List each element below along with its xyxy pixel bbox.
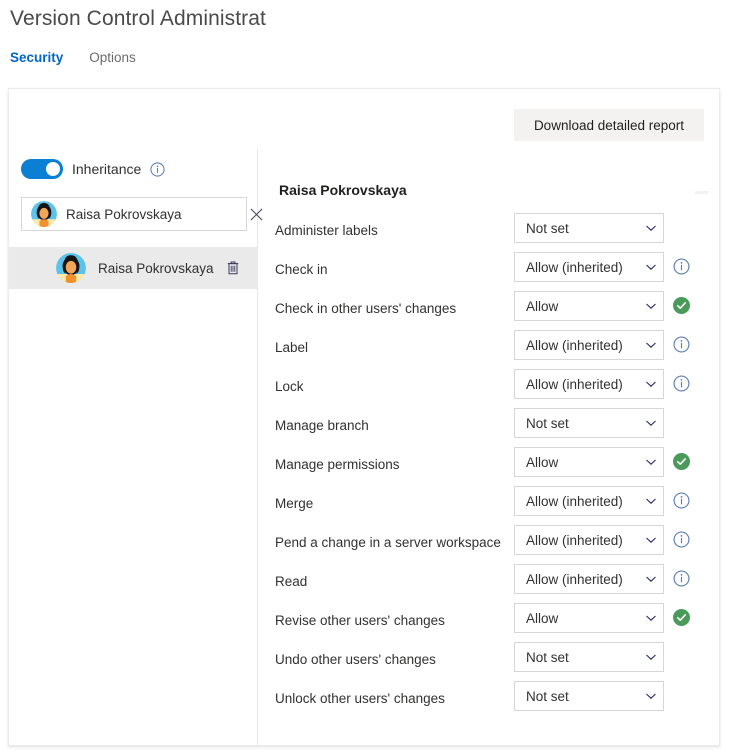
chevron-down-icon	[639, 261, 663, 273]
permission-row: Manage branch Not set	[259, 406, 720, 445]
download-detailed-report-button[interactable]: Download detailed report	[514, 109, 704, 141]
inherited-info-icon[interactable]	[673, 492, 690, 509]
toggle-knob	[46, 162, 60, 176]
chevron-down-icon	[639, 651, 663, 663]
permission-label: Manage branch	[275, 418, 369, 433]
permission-label: Unlock other users' changes	[275, 691, 445, 706]
permission-row: Unlock other users' changes Not set	[259, 679, 720, 718]
chevron-down-icon	[639, 378, 663, 390]
allowed-check-badge	[673, 297, 690, 314]
chevron-down-icon	[639, 456, 663, 468]
permission-dropdown[interactable]: Allow (inherited)	[514, 369, 664, 399]
inheritance-label: Inheritance	[72, 161, 141, 177]
security-card: Download detailed report Inheritance	[8, 88, 720, 746]
permission-dropdown-value: Allow (inherited)	[526, 572, 639, 587]
tab-options[interactable]: Options	[89, 50, 136, 65]
inherited-info-icon[interactable]	[673, 258, 690, 275]
permission-dropdown-value: Allow	[526, 299, 639, 314]
tab-bar: Security Options	[10, 50, 136, 65]
permission-label: Undo other users' changes	[275, 652, 436, 667]
inherited-info-icon[interactable]	[673, 375, 690, 392]
page-title: Version Control Administrat	[10, 7, 266, 31]
check-icon	[673, 453, 690, 470]
inheritance-row: Inheritance	[21, 159, 165, 179]
permission-label: Revise other users' changes	[275, 613, 445, 628]
user-avatar-icon	[56, 253, 86, 283]
chevron-down-icon	[639, 612, 663, 624]
inherited-info-icon[interactable]	[673, 336, 690, 353]
permission-dropdown-value: Allow (inherited)	[526, 494, 639, 509]
permission-dropdown[interactable]: Allow (inherited)	[514, 564, 664, 594]
permission-dropdown-value: Allow (inherited)	[526, 533, 639, 548]
chevron-down-icon	[639, 495, 663, 507]
inherited-info-icon[interactable]	[673, 570, 690, 587]
trash-icon[interactable]	[225, 260, 241, 276]
permission-row: Merge Allow (inherited)	[259, 484, 720, 523]
permission-dropdown-value: Not set	[526, 221, 639, 236]
permission-dropdown[interactable]: Not set	[514, 408, 664, 438]
permission-dropdown-value: Allow (inherited)	[526, 338, 639, 353]
permission-label: Read	[275, 574, 307, 589]
permission-row: Label Allow (inherited)	[259, 328, 720, 367]
permission-dropdown[interactable]: Not set	[514, 213, 664, 243]
chevron-down-icon	[639, 300, 663, 312]
chevron-down-icon	[639, 534, 663, 546]
permission-row: Check in other users' changes Allow	[259, 289, 720, 328]
permission-dropdown-value: Allow	[526, 611, 639, 626]
identity-search-input[interactable]	[66, 207, 243, 222]
permission-dropdown-value: Not set	[526, 416, 639, 431]
permission-dropdown-value: Allow (inherited)	[526, 377, 639, 392]
identity-name: Raisa Pokrovskaya	[98, 261, 214, 276]
chevron-down-icon	[639, 417, 663, 429]
permission-dropdown[interactable]: Not set	[514, 642, 664, 672]
check-icon	[673, 609, 690, 626]
permission-label: Administer labels	[275, 223, 378, 238]
permission-row: Manage permissions Allow	[259, 445, 720, 484]
identity-search-box[interactable]	[21, 197, 247, 231]
allowed-check-badge	[673, 609, 690, 626]
permission-label: Check in other users' changes	[275, 301, 456, 316]
permission-row: Undo other users' changes Not set	[259, 640, 720, 679]
permission-row: Read Allow (inherited)	[259, 562, 720, 601]
permission-dropdown-value: Allow (inherited)	[526, 260, 639, 275]
permission-dropdown[interactable]: Allow	[514, 447, 664, 477]
permission-label: Check in	[275, 262, 328, 277]
permission-dropdown-value: Not set	[526, 689, 639, 704]
permission-label: Label	[275, 340, 308, 355]
permissions-pane: Raisa Pokrovskaya Administer labels Not s…	[259, 149, 720, 746]
permissions-subject-title: Raisa Pokrovskaya	[279, 182, 407, 198]
permission-dropdown-value: Not set	[526, 650, 639, 665]
permission-dropdown[interactable]: Allow (inherited)	[514, 252, 664, 282]
permission-label: Merge	[275, 496, 313, 511]
permission-row: Lock Allow (inherited)	[259, 367, 720, 406]
permission-label: Lock	[275, 379, 304, 394]
inherited-info-icon[interactable]	[673, 531, 690, 548]
permission-label: Pend a change in a server workspace	[275, 535, 501, 550]
permission-dropdown-value: Allow	[526, 455, 639, 470]
permission-row: Pend a change in a server workspace Allow…	[259, 523, 720, 562]
permission-dropdown[interactable]: Allow	[514, 603, 664, 633]
user-avatar-icon	[31, 201, 57, 227]
permission-row: Check in Allow (inherited)	[259, 250, 720, 289]
permission-dropdown[interactable]: Allow	[514, 291, 664, 321]
permission-dropdown[interactable]: Not set	[514, 681, 664, 711]
tab-security[interactable]: Security	[10, 50, 63, 65]
inheritance-toggle[interactable]	[21, 159, 63, 179]
permission-label: Manage permissions	[275, 457, 400, 472]
identities-pane: Inheritance	[9, 149, 258, 746]
chevron-down-icon	[639, 573, 663, 585]
chevron-down-icon	[639, 339, 663, 351]
permission-row: Revise other users' changes Allow	[259, 601, 720, 640]
identity-list-item[interactable]: Raisa Pokrovskaya	[9, 247, 258, 289]
permission-row: Administer labels Not set	[259, 211, 720, 250]
chevron-down-icon	[639, 222, 663, 234]
info-icon[interactable]	[150, 162, 165, 177]
permission-dropdown[interactable]: Allow (inherited)	[514, 330, 664, 360]
permissions-list: Administer labels Not set Check in Allow (i…	[259, 211, 720, 718]
check-icon	[673, 297, 690, 314]
permission-dropdown[interactable]: Allow (inherited)	[514, 486, 664, 516]
permission-dropdown[interactable]: Allow (inherited)	[514, 525, 664, 555]
allowed-check-badge	[673, 453, 690, 470]
chevron-down-icon	[639, 690, 663, 702]
